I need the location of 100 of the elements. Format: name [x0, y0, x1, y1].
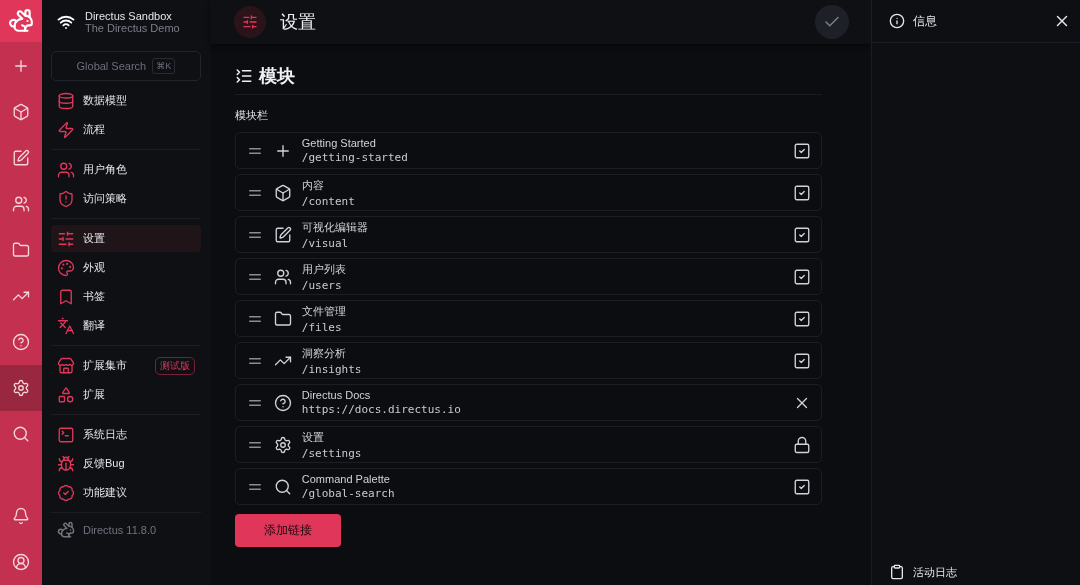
- sidebar-label: 访问策略: [82, 191, 128, 206]
- folder-icon: [273, 309, 292, 328]
- info-icon: [889, 13, 906, 29]
- sidebar-label: 书签: [82, 289, 106, 304]
- module-row[interactable]: 文件管理 /files: [234, 300, 823, 337]
- module-row[interactable]: Command Palette /global-search: [234, 468, 823, 505]
- shapes-icon: [56, 385, 75, 404]
- help-icon: [11, 333, 30, 351]
- sidebar-item[interactable]: 数据模型: [50, 87, 201, 114]
- sliders-icon: [241, 14, 258, 30]
- add-link-button[interactable]: 添加链接: [234, 514, 341, 547]
- wifi-icon: [56, 13, 75, 31]
- sidebar-label: 系统日志: [82, 427, 128, 442]
- sidebar-item[interactable]: 扩展集市 测试版: [50, 352, 201, 379]
- module-path: /visual: [301, 236, 350, 250]
- module-row[interactable]: 内容 /content: [234, 174, 823, 211]
- edit-icon: [273, 225, 292, 244]
- checkbox[interactable]: [793, 183, 812, 202]
- users-icon: [56, 160, 75, 179]
- search-field[interactable]: Global Search ⌘K: [50, 51, 201, 81]
- project-subtitle: The Directus Demo: [84, 22, 180, 34]
- sidebar-item[interactable]: 扩展: [50, 381, 201, 408]
- module-row[interactable]: 用户列表 /users: [234, 258, 823, 295]
- sidebar-item[interactable]: 外观: [50, 254, 201, 281]
- users-icon: [273, 267, 292, 286]
- rabbit-icon: [7, 8, 34, 34]
- help-icon: [273, 393, 292, 412]
- save-button[interactable]: [815, 5, 850, 39]
- database-icon: [56, 91, 75, 110]
- module-path: /files: [301, 320, 343, 334]
- rabbit-icon: [56, 521, 75, 539]
- module-path: /getting-started: [301, 151, 409, 164]
- checkbox[interactable]: [793, 351, 812, 370]
- module-path: https://docs.directus.io: [301, 403, 462, 416]
- search-icon: [11, 425, 30, 443]
- shield-icon: [56, 189, 75, 208]
- checkbox[interactable]: [793, 225, 812, 244]
- module-row[interactable]: Directus Docs https://docs.directus.io: [234, 384, 823, 421]
- module-path: /global-search: [301, 487, 396, 500]
- sidebar-item[interactable]: 功能建议: [50, 479, 201, 506]
- sidebar-item[interactable]: 翻译: [50, 312, 201, 339]
- translate-icon: [56, 316, 75, 335]
- module-name: 设置: [301, 429, 325, 445]
- sidebar-item[interactable]: 流程: [50, 116, 201, 143]
- module-row[interactable]: 洞察分析 /insights: [234, 342, 823, 379]
- sidebar-item[interactable]: 书签: [50, 283, 201, 310]
- module-name: 文件管理: [301, 303, 347, 319]
- users-icon: [11, 195, 30, 213]
- checkbox[interactable]: [793, 141, 812, 160]
- folder-icon: [11, 241, 30, 259]
- page-title: 设置: [279, 11, 317, 34]
- module-row[interactable]: Getting Started /getting-started: [234, 132, 823, 169]
- sidebar-item[interactable]: 访问策略: [50, 185, 201, 212]
- bug-icon: [56, 454, 75, 473]
- lock-icon: [793, 435, 812, 454]
- checkbox[interactable]: [793, 477, 812, 496]
- search-icon: [273, 477, 292, 496]
- module-row[interactable]: 设置 /settings: [234, 426, 823, 463]
- sidebar-label: 数据模型: [82, 93, 128, 108]
- store-icon: [56, 356, 75, 375]
- checkbox[interactable]: [793, 267, 812, 286]
- module-path: /settings: [301, 446, 363, 460]
- sidebar-label: 功能建议: [82, 485, 128, 500]
- settings-icon: [11, 379, 30, 397]
- search-placeholder: Global Search: [76, 60, 147, 72]
- checkbox[interactable]: [793, 309, 812, 328]
- module-name: Directus Docs: [301, 389, 372, 401]
- edit-icon: [11, 149, 30, 167]
- module-name: 洞察分析: [301, 345, 347, 361]
- module-path: /users: [301, 278, 343, 292]
- sidebar-label: 设置: [82, 231, 106, 246]
- sidebar-label: 反馈Bug: [82, 456, 126, 471]
- settings-icon: [273, 435, 292, 454]
- terminal-icon: [56, 425, 75, 444]
- lightning-icon: [56, 120, 75, 139]
- project-name: Directus Sandbox: [84, 10, 173, 22]
- logo[interactable]: [0, 0, 42, 42]
- shortcut-key: ⌘K: [152, 58, 176, 74]
- bell-icon: [11, 507, 30, 525]
- cube-icon: [273, 183, 292, 202]
- activity-log-button[interactable]: 活动日志: [872, 559, 1080, 585]
- module-name: Getting Started: [301, 137, 377, 149]
- sidebar-item[interactable]: 反馈Bug: [50, 450, 201, 477]
- version-label: Directus 11.8.0: [82, 524, 157, 536]
- module-row[interactable]: 可视化编辑器 /visual: [234, 216, 823, 253]
- module-name: 用户列表: [301, 261, 347, 277]
- sidebar-item[interactable]: 系统日志: [50, 421, 201, 448]
- sidebar-item[interactable]: 设置: [50, 225, 201, 252]
- sidebar-label: 扩展: [82, 387, 106, 402]
- module-path: /insights: [301, 362, 363, 376]
- sidebar-label: 流程: [82, 122, 106, 137]
- badge-check-icon: [56, 483, 75, 502]
- sidebar-item[interactable]: 用户角色: [50, 156, 201, 183]
- sidebar-label: 扩展集市: [82, 358, 128, 373]
- clipboard-icon: [889, 564, 906, 580]
- user-icon: [11, 553, 30, 571]
- beta-badge: 测试版: [154, 356, 195, 375]
- sidebar-label: 用户角色: [82, 162, 128, 177]
- palette-icon: [56, 258, 75, 277]
- sliders-icon: [56, 229, 75, 248]
